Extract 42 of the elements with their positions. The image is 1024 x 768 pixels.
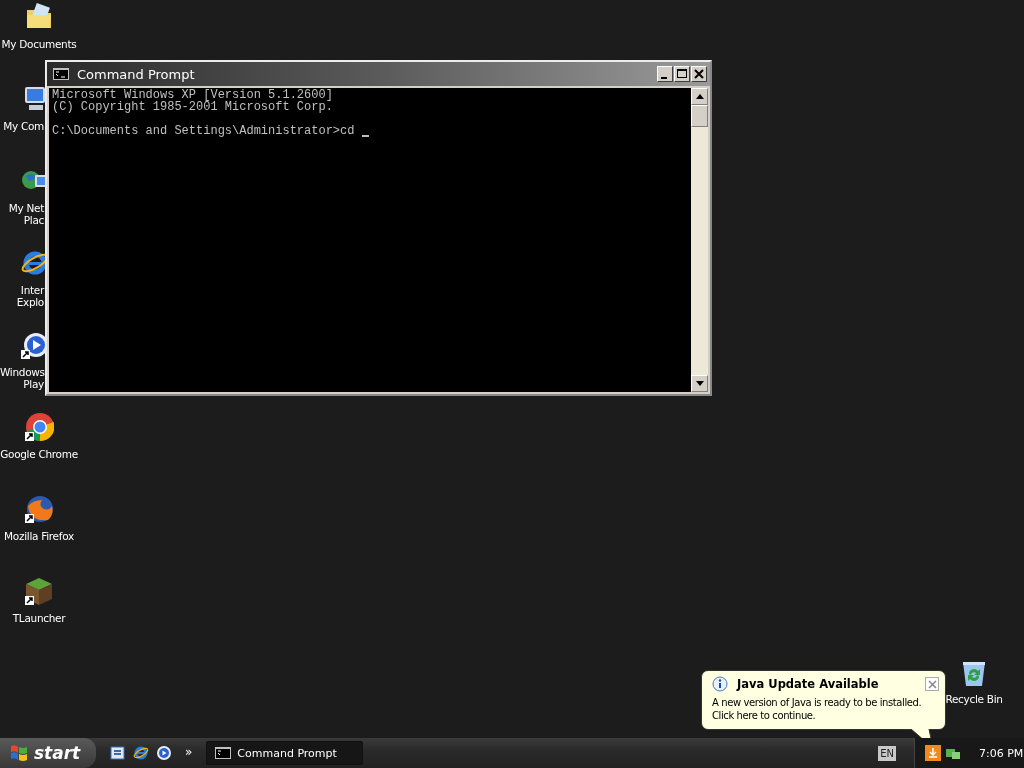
icon-label: My Documents — [1, 38, 77, 50]
console-line: C:\Documents and Settings\Administrator>cd — [52, 125, 355, 137]
windows-logo-icon — [10, 744, 28, 762]
taskbar-button[interactable]: Command Prompt — [206, 741, 364, 765]
text-cursor — [362, 135, 370, 137]
icon-label: Recycle Bin — [945, 693, 1003, 705]
close-icon — [692, 67, 706, 81]
scroll-up-icon[interactable] — [691, 88, 708, 105]
desktop-icon[interactable] — [110, 745, 126, 761]
language-indicator[interactable]: EN — [878, 745, 896, 761]
info-icon — [712, 676, 728, 692]
clock: 7:06 PM — [979, 746, 1024, 760]
console-icon — [53, 68, 69, 80]
maximize-button[interactable] — [674, 66, 690, 82]
minimize-button[interactable] — [657, 66, 673, 82]
balloon-message: A new version of Java is ready to be installed. Click here to continue. — [712, 696, 922, 722]
icon-label: Windows Play — [0, 366, 44, 390]
minimize-icon — [661, 77, 667, 79]
maximize-icon — [675, 67, 689, 81]
icon-label: My Com — [2, 120, 44, 132]
console-line: (C) Copyright 1985-2001 Microsoft Corp. — [52, 101, 334, 113]
grass-block-icon — [24, 576, 54, 606]
scrollbar[interactable] — [691, 88, 708, 392]
scroll-thumb[interactable] — [691, 105, 708, 127]
icon-label: TLauncher — [12, 612, 66, 624]
start-button[interactable]: start — [0, 738, 96, 768]
overflow-chevron[interactable]: » — [185, 745, 193, 759]
console-line: Microsoft Windows XP [Version 5.1.2600] — [52, 89, 334, 101]
icon-label: Google Chrome — [0, 448, 78, 460]
scroll-down-icon[interactable] — [691, 375, 708, 392]
close-icon — [927, 679, 937, 689]
fox-globe-icon — [24, 494, 54, 524]
chrome-icon — [24, 412, 54, 442]
browser-e-icon[interactable] — [133, 745, 149, 761]
icon-label: Inter Explo — [15, 284, 44, 308]
icon-label: My Net Plac — [7, 202, 44, 226]
window-title: Command Prompt — [77, 66, 196, 82]
play-icon[interactable] — [156, 745, 172, 761]
icon-label: Mozilla Firefox — [4, 530, 74, 542]
balloon-title: Java Update Available — [737, 677, 880, 691]
notification-balloon[interactable]: Java Update Available A new version of Java is ready to be installed. Click here to continue. — [701, 670, 946, 730]
console-icon — [215, 747, 232, 759]
